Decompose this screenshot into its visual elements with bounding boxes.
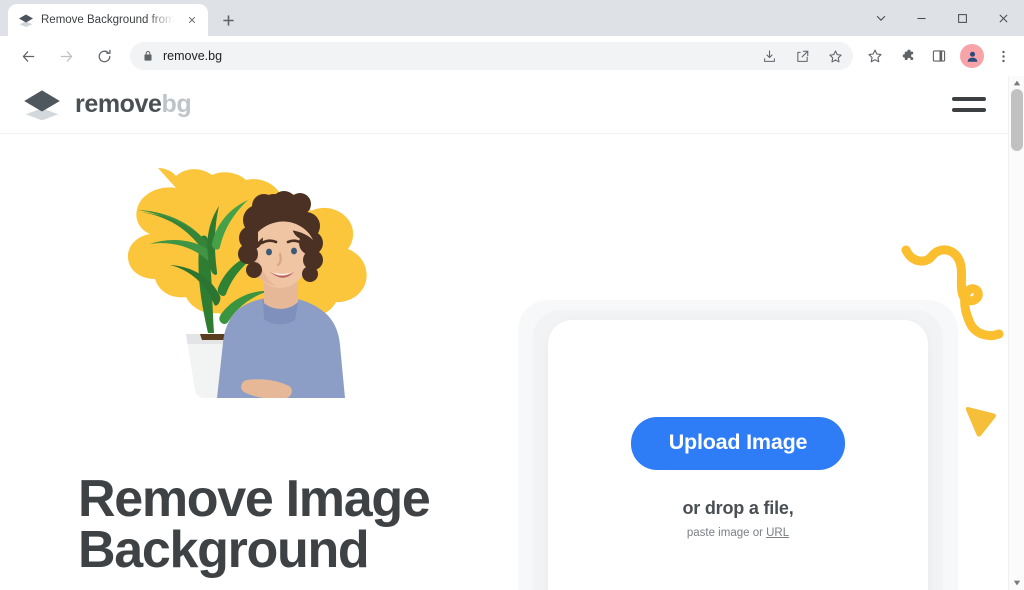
back-button[interactable] [13, 41, 43, 71]
avatar-icon [967, 51, 977, 62]
scrollbar-down-button[interactable] [1009, 576, 1024, 590]
tab-search-button[interactable] [860, 0, 901, 36]
plus-icon [222, 14, 234, 26]
reload-button[interactable] [89, 41, 119, 71]
brand-name-secondary: bg [161, 90, 192, 118]
browser-window: Remove Background from Im remove.bg remo… [0, 0, 1024, 590]
drop-file-text: or drop a file, [682, 498, 794, 518]
close-icon[interactable] [184, 12, 200, 28]
maximize-icon [958, 13, 967, 23]
browser-toolbar: remove.bg [0, 36, 1024, 76]
reload-icon [98, 49, 111, 62]
lock-icon [144, 51, 152, 61]
hamburger-bar [952, 97, 986, 101]
brand-name-primary: remove [75, 90, 162, 118]
url-text: remove.bg [163, 49, 223, 63]
paste-hint-prefix: paste image or [686, 527, 767, 539]
star-icon[interactable] [823, 44, 847, 68]
extensions-button[interactable] [894, 43, 920, 69]
minimize-icon [917, 17, 926, 19]
share-icon[interactable] [790, 44, 814, 68]
browser-menu-button[interactable] [991, 43, 1015, 69]
yellow-squiggle-shape [901, 245, 1004, 341]
page-viewport: removebg Remove Image Background Upload … [0, 76, 1024, 590]
paste-url-link[interactable]: URL [766, 527, 789, 539]
address-bar[interactable]: remove.bg [130, 42, 853, 70]
bookmark-star-button[interactable] [862, 43, 888, 69]
side-panel-icon [932, 50, 946, 62]
new-tab-button[interactable] [214, 6, 242, 34]
side-panel-button[interactable] [926, 43, 952, 69]
upload-image-button[interactable]: Upload Image [630, 417, 846, 470]
arrow-right-icon [60, 50, 72, 62]
profile-avatar[interactable] [960, 44, 984, 68]
page-scrollbar[interactable] [1008, 76, 1024, 590]
hero-left-column: Remove Image Background 100% Automatical… [0, 134, 520, 590]
close-icon [999, 13, 1008, 23]
removebg-layers-logo [24, 89, 60, 120]
hamburger-bar [952, 108, 986, 112]
window-controls [860, 0, 1024, 36]
brand-name: removebg [75, 90, 192, 119]
maximize-button[interactable] [942, 0, 983, 36]
headline-line-2: Background [78, 520, 370, 579]
forward-button[interactable] [51, 41, 81, 71]
close-window-button[interactable] [983, 0, 1024, 36]
three-dots-vertical-icon [1001, 50, 1005, 62]
caret-up-icon [1013, 80, 1021, 86]
upload-dropzone-card[interactable]: Upload Image or drop a file, paste image… [548, 320, 928, 590]
hero-section: Remove Image Background 100% Automatical… [0, 134, 1008, 590]
scrollbar-up-button[interactable] [1009, 76, 1024, 90]
chevron-down-icon [876, 15, 885, 21]
headline-line-1: Remove Image [78, 470, 431, 528]
removebg-layers-favicon [19, 14, 33, 27]
minimize-button[interactable] [901, 0, 942, 36]
page-title: Remove Image Background [78, 470, 431, 579]
brand-logo-link[interactable]: removebg [22, 88, 192, 122]
tab-title: Remove Background from Im [41, 14, 177, 26]
arrow-left-icon [22, 50, 34, 62]
removebg-landing-page: removebg Remove Image Background Upload … [0, 76, 1008, 590]
download-icon[interactable] [757, 44, 781, 68]
browser-tab[interactable]: Remove Background from Im [8, 4, 208, 36]
yellow-triangle-shape [965, 407, 996, 437]
star-outline-icon [868, 49, 882, 63]
caret-down-icon [1013, 580, 1021, 586]
hamburger-menu-icon[interactable] [952, 97, 986, 112]
site-header: removebg [0, 76, 1008, 134]
tab-strip: Remove Background from Im [0, 0, 1024, 36]
puzzle-icon [902, 49, 914, 60]
scrollbar-thumb[interactable] [1011, 89, 1023, 151]
paste-hint: paste image or URL [687, 527, 789, 539]
man-holding-potted-plant-photo [127, 168, 367, 398]
